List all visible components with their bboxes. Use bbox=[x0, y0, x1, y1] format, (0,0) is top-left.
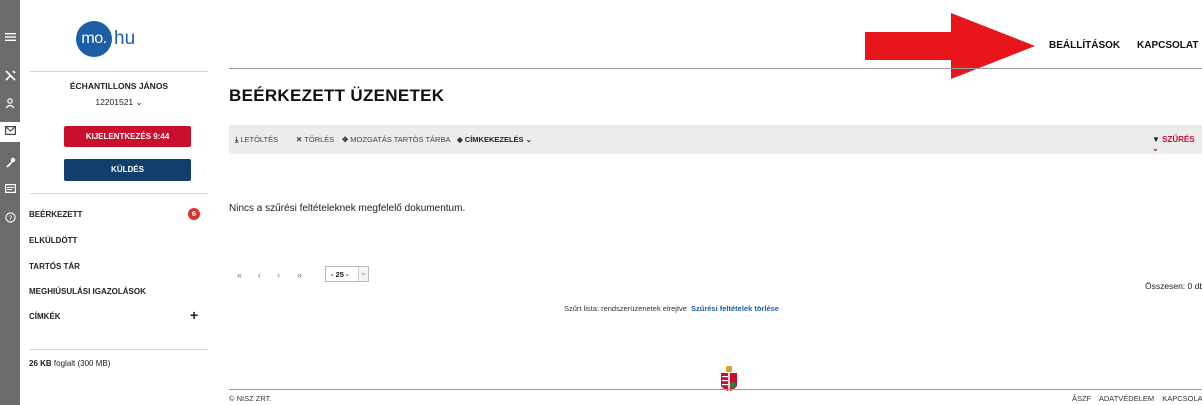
storage-quota: foglalt (300 MB) bbox=[51, 359, 111, 368]
first-page-button[interactable]: « bbox=[237, 270, 242, 280]
user-icon[interactable] bbox=[0, 94, 20, 114]
icon-rail: ? bbox=[0, 0, 20, 405]
terms-link[interactable]: ÁSZF bbox=[1072, 394, 1091, 403]
filtered-list-text: Szűrt lista: rendszerüzenetek elrejtve bbox=[564, 304, 687, 313]
sidebar-item-labels[interactable]: CÍMKÉK bbox=[29, 312, 61, 321]
move-icon: ✥ bbox=[342, 135, 349, 144]
footer-divider bbox=[229, 389, 1202, 390]
label-management-label: CÍMKEKEZELÉS ⌄ bbox=[464, 135, 532, 144]
logout-button[interactable]: KIJELENTKEZÉS 9:44 bbox=[64, 126, 191, 147]
download-label: LETÖLTÉS bbox=[240, 135, 279, 144]
storage-usage: 26 KB foglalt (300 MB) bbox=[29, 359, 110, 368]
clear-filters-link[interactable]: Szűrési feltételek törlése bbox=[691, 304, 779, 313]
storage-used: 26 KB bbox=[29, 359, 52, 368]
filter-icon: ▼ bbox=[1152, 135, 1160, 144]
copyright: © NISZ ZRT. bbox=[229, 394, 272, 403]
empty-state-message: Nincs a szűrési feltételeknek megfelelő … bbox=[229, 203, 466, 214]
delete-label: TÖRLÉS bbox=[304, 135, 335, 144]
move-label: MOZGATÁS TARTÓS TÁRBA bbox=[350, 135, 451, 144]
sidebar-item-inbox[interactable]: BEÉRKEZETT bbox=[29, 210, 82, 219]
user-id-dropdown[interactable]: 12201521 ⌄ bbox=[30, 97, 208, 108]
total-count: Összesen: 0 db bbox=[1145, 281, 1202, 291]
divider bbox=[30, 193, 208, 194]
menu-icon[interactable] bbox=[0, 28, 20, 48]
user-name: ÉCHANTILLONS JÁNOS bbox=[69, 81, 169, 91]
page-title: BEÉRKEZETT ÜZENETEK bbox=[229, 86, 445, 105]
card-icon[interactable] bbox=[0, 180, 20, 200]
settings-link[interactable]: BEÁLLÍTÁSOK bbox=[1049, 40, 1120, 51]
delete-button[interactable]: ✕ TÖRLÉS bbox=[296, 135, 334, 144]
sidebar bbox=[20, 0, 220, 405]
add-label-button[interactable]: + bbox=[190, 308, 198, 322]
help-icon[interactable]: ? bbox=[0, 208, 20, 228]
chevron-down-icon: ⌄ bbox=[358, 267, 368, 281]
header-divider bbox=[229, 68, 1202, 69]
logo-text: hu bbox=[114, 28, 136, 49]
contact-link[interactable]: KAPCSOLAT bbox=[1137, 40, 1198, 51]
close-icon: ✕ bbox=[296, 135, 303, 144]
privacy-link[interactable]: ADATVÉDELEM bbox=[1099, 394, 1154, 403]
wrench-icon[interactable] bbox=[0, 153, 20, 173]
page-size-select[interactable]: - 25 - ⌄ bbox=[325, 266, 369, 282]
tag-icon: ◆ bbox=[457, 135, 463, 144]
annotation-arrow-icon bbox=[865, 13, 1035, 79]
label-management-dropdown[interactable]: ◆ CÍMKEKEZELÉS ⌄ bbox=[457, 135, 532, 144]
sidebar-item-storage[interactable]: TARTÓS TÁR bbox=[29, 262, 80, 271]
sidebar-item-sent[interactable]: ELKÜLDÖTT bbox=[29, 236, 77, 245]
mail-icon[interactable] bbox=[0, 122, 20, 142]
filtered-list-note: Szűrt lista: rendszerüzenetek elrejtve Sz… bbox=[564, 304, 779, 313]
coat-of-arms-icon bbox=[721, 366, 737, 393]
unread-badge: 6 bbox=[188, 208, 200, 220]
filter-dropdown[interactable]: ▼ SZŰRÉS ⌄ bbox=[1152, 135, 1202, 153]
prev-page-button[interactable]: ‹ bbox=[258, 270, 261, 280]
message-toolbar: ⤓ LETÖLTÉS ✕ TÖRLÉS ✥ MOZGATÁS TARTÓS TÁRBA… bbox=[229, 125, 1202, 154]
download-icon: ⤓ bbox=[235, 135, 239, 144]
next-page-button[interactable]: › bbox=[277, 270, 280, 280]
page-size-value: - 25 - bbox=[331, 270, 349, 279]
brand-logo[interactable]: mo. hu bbox=[76, 21, 136, 57]
sidebar-item-failed-delivery[interactable]: MEGHIÚSULÁSI IGAZOLÁSOK bbox=[29, 287, 146, 296]
logo-mark: mo. bbox=[76, 21, 112, 57]
tools-icon[interactable] bbox=[0, 66, 20, 86]
footer-contact-link[interactable]: KAPCSOLAT bbox=[1162, 394, 1202, 403]
last-page-button[interactable]: » bbox=[297, 270, 302, 280]
divider bbox=[30, 349, 208, 350]
send-button[interactable]: KÜLDÉS bbox=[64, 159, 191, 181]
move-to-storage-button[interactable]: ✥ MOZGATÁS TARTÓS TÁRBA bbox=[342, 135, 450, 144]
download-button[interactable]: ⤓ LETÖLTÉS bbox=[235, 135, 278, 145]
divider bbox=[30, 71, 208, 72]
footer-links: ÁSZF ADATVÉDELEM KAPCSOLAT bbox=[1072, 394, 1202, 403]
svg-text:?: ? bbox=[8, 214, 12, 222]
